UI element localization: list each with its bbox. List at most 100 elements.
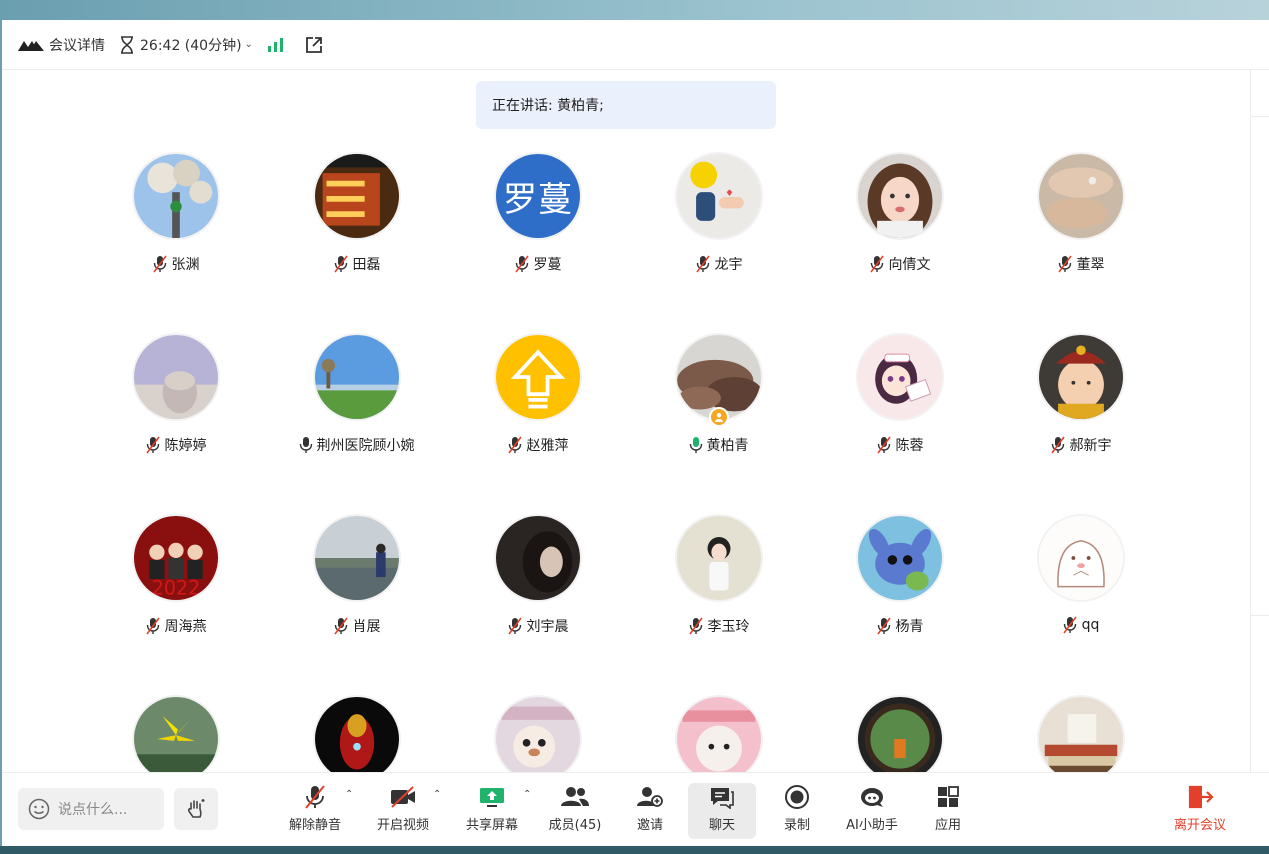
- avatar: [675, 695, 763, 783]
- participant-name: 田磊: [352, 257, 381, 273]
- avatar: [313, 695, 401, 783]
- avatar: [132, 152, 220, 240]
- mic-off-icon: [305, 785, 325, 809]
- mic-muted-icon: [1057, 255, 1072, 273]
- avatar: [313, 514, 401, 602]
- participant-name: 李玉玲: [707, 619, 750, 635]
- participant-tile[interactable]: 龙宇: [628, 152, 809, 332]
- participant-name-row: 李玉玲: [628, 616, 809, 636]
- participant-tile[interactable]: 郝新宇: [990, 333, 1171, 513]
- participant-tile[interactable]: 田磊: [266, 152, 447, 332]
- mic-muted-icon: [1062, 616, 1077, 634]
- participant-tile[interactable]: 陈婷婷: [85, 333, 266, 513]
- participant-name: qq: [1081, 617, 1100, 633]
- invite-button[interactable]: 邀请: [626, 783, 674, 839]
- exit-icon: [1188, 785, 1214, 809]
- chat-icon: [711, 788, 734, 809]
- chat-button[interactable]: 聊天: [688, 783, 756, 839]
- leave-meeting-label: 离开会议: [1173, 818, 1226, 833]
- avatar: [856, 333, 944, 421]
- mic-muted-icon: [1050, 436, 1065, 454]
- apps-button[interactable]: 应用: [926, 783, 970, 839]
- video-options-chevron[interactable]: ⌃: [433, 789, 441, 800]
- avatar: [856, 152, 944, 240]
- participant-tile[interactable]: 陈蓉: [809, 333, 990, 513]
- participant-name: 陈蓉: [895, 438, 924, 454]
- mic-muted-icon: [333, 255, 348, 273]
- avatar: [494, 695, 582, 783]
- unmute-button[interactable]: 解除静音: [286, 783, 344, 839]
- mic-muted-icon: [869, 255, 884, 273]
- participant-tile[interactable]: 张渊: [85, 152, 266, 332]
- start-video-button[interactable]: 开启视频: [374, 783, 432, 839]
- avatar: [494, 333, 582, 421]
- leave-meeting-button[interactable]: 离开会议: [1168, 783, 1232, 839]
- share-screen-button[interactable]: 共享屏幕: [463, 783, 521, 839]
- mic-muted-icon: [145, 617, 160, 635]
- participant-name: 杨青: [895, 619, 924, 635]
- participant-tile[interactable]: 肖展: [266, 514, 447, 694]
- members-button[interactable]: 成员(45): [546, 783, 604, 839]
- participant-name-row: 荆州医院顾小婉: [266, 435, 447, 455]
- mic-muted-icon: [695, 255, 710, 273]
- desktop-strip: [0, 846, 1269, 854]
- participant-grid: 张渊 田磊 罗蔓 罗蔓龙宇 向倩文 董翠陈婷婷荆州医院顾小婉 赵雅萍 黄柏青陈蓉 郝新宇 2022…: [2, 20, 1249, 783]
- mic-muted-icon: [688, 617, 703, 635]
- avatar: [132, 695, 220, 783]
- avatar: [313, 152, 401, 240]
- members-icon: [561, 787, 589, 806]
- participant-tile[interactable]: 刘宇晨: [447, 514, 628, 694]
- mic-muted-icon: [152, 255, 167, 273]
- video-off-icon: [391, 786, 415, 808]
- mic-speaking-icon: [689, 437, 702, 453]
- participant-tile[interactable]: 杨青: [809, 514, 990, 694]
- share-options-chevron[interactable]: ⌃: [523, 789, 531, 800]
- participant-tile[interactable]: 黄柏青: [628, 333, 809, 513]
- participant-tile[interactable]: 向倩文: [809, 152, 990, 332]
- record-button[interactable]: 录制: [776, 783, 818, 839]
- participant-tile[interactable]: 2022 周海燕: [85, 514, 266, 694]
- participant-name: 周海燕: [164, 619, 207, 635]
- chat-input[interactable]: 说点什么...: [18, 788, 164, 830]
- host-badge-icon: [709, 407, 729, 427]
- chat-label: 聊天: [708, 818, 735, 833]
- ai-assistant-button[interactable]: AI小助手: [840, 783, 904, 839]
- ai-assistant-label: AI小助手: [846, 818, 898, 833]
- raise-hand-button[interactable]: [174, 788, 218, 830]
- avatar-initials: 罗蔓: [496, 154, 580, 238]
- avatar: [1037, 333, 1125, 421]
- participant-name-row: 张渊: [85, 254, 266, 274]
- participant-name-row: 郝新宇: [990, 435, 1171, 455]
- participant-tile[interactable]: 赵雅萍: [447, 333, 628, 513]
- participant-tile[interactable]: 李玉玲: [628, 514, 809, 694]
- participant-name: 荆州医院顾小婉: [316, 438, 415, 454]
- participant-tile[interactable]: 董翠: [990, 152, 1171, 332]
- participant-name-row: qq: [990, 616, 1171, 634]
- invite-user-icon: [637, 787, 663, 807]
- mic-muted-icon: [514, 255, 529, 273]
- participant-name-row: 陈蓉: [809, 435, 990, 455]
- avatar: 2022: [132, 514, 220, 602]
- participant-name-row: 肖展: [266, 616, 447, 636]
- mic-muted-icon: [876, 436, 891, 454]
- mic-muted-icon: [145, 436, 160, 454]
- participant-name: 肖展: [352, 619, 381, 635]
- participant-name: 赵雅萍: [526, 438, 569, 454]
- participant-name-row: 赵雅萍: [447, 435, 628, 455]
- participant-name-row: 周海燕: [85, 616, 266, 636]
- participant-name-row: 刘宇晨: [447, 616, 628, 636]
- audio-options-chevron[interactable]: ⌃: [345, 789, 353, 800]
- start-video-label: 开启视频: [376, 818, 429, 833]
- mic-on-icon: [299, 437, 312, 453]
- avatar: [675, 152, 763, 240]
- unmute-label: 解除静音: [288, 818, 341, 833]
- participant-tile[interactable]: qq: [990, 514, 1171, 694]
- meeting-window: 会议详情 26:42 (40分钟) ⌄ 正在讲话: 黄柏青; 张渊 田磊 罗蔓 …: [2, 20, 1269, 846]
- avatar: [675, 514, 763, 602]
- participant-name-row: 董翠: [990, 254, 1171, 274]
- participant-tile[interactable]: 荆州医院顾小婉: [266, 333, 447, 513]
- participant-name: 龙宇: [714, 257, 743, 273]
- ai-robot-icon: [861, 788, 883, 807]
- participant-tile[interactable]: 罗蔓 罗蔓: [447, 152, 628, 332]
- participant-name: 郝新宇: [1069, 438, 1112, 454]
